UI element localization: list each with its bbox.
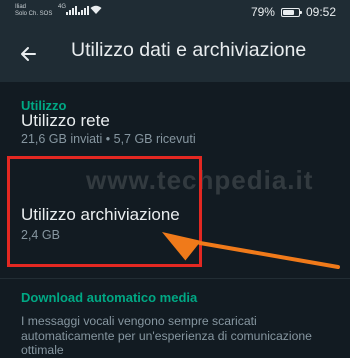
clock: 09:52: [305, 5, 336, 19]
battery-percent: 79%: [250, 5, 275, 19]
carrier-label: Iliad Solo Ch. SOS: [15, 4, 52, 18]
carrier-name: Iliad: [15, 4, 27, 10]
wifi-icon: [90, 5, 102, 14]
back-button[interactable]: [14, 40, 42, 68]
status-bar: Iliad Solo Ch. SOS 4G 79% 09:52: [0, 0, 350, 26]
section-header-auto-download: Download automatico media: [21, 290, 198, 305]
network-usage-subtitle: 21,6 GB inviati • 5,7 GB ricevuti: [21, 132, 196, 146]
network-type: 4G: [58, 4, 67, 10]
page-title: Utilizzo dati e archiviazione: [71, 39, 307, 61]
arrow-left-icon: [21, 47, 36, 61]
network-usage-row[interactable]: Utilizzo rete 21,6 GB inviati • 5,7 GB r…: [0, 108, 350, 153]
auto-download-description: I messaggi vocali vengono sempre scarica…: [21, 314, 312, 357]
network-usage-title: Utilizzo rete: [21, 111, 110, 130]
arrow-annotation-icon: [162, 232, 340, 269]
signal-icon: [66, 6, 77, 15]
app-bar: Utilizzo dati e archiviazione: [0, 26, 350, 82]
status-right: 79% 09:52: [251, 5, 336, 19]
divider: [0, 278, 350, 279]
battery-icon: [280, 7, 302, 17]
carrier-status: Solo Ch. SOS: [15, 11, 53, 17]
signal-icon: [78, 6, 89, 15]
